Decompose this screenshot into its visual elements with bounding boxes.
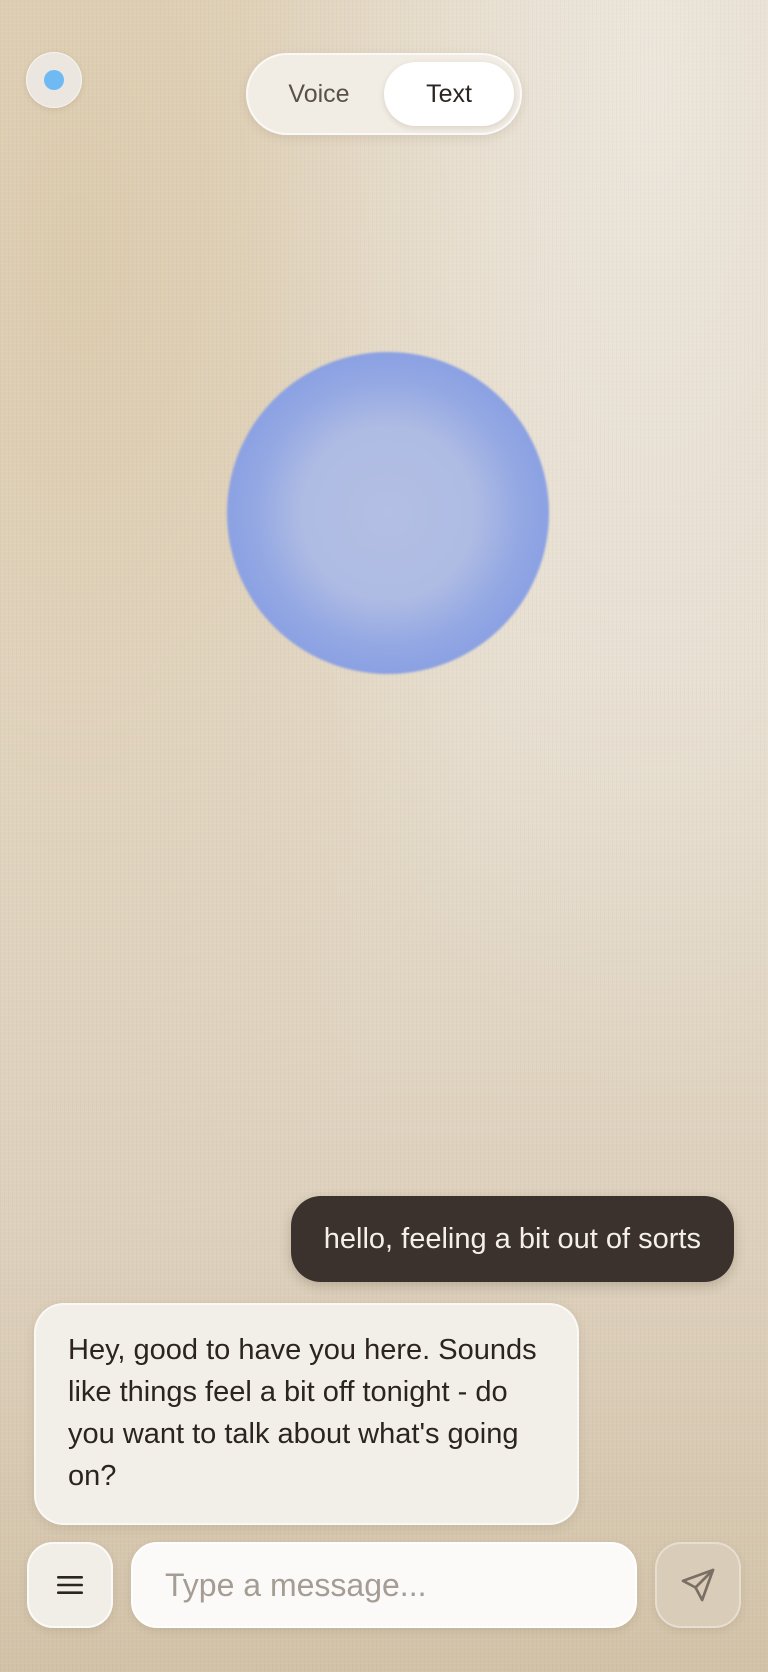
menu-button[interactable] xyxy=(27,1542,113,1628)
mode-toggle: Voice Text xyxy=(246,53,522,135)
voice-orb xyxy=(227,352,549,674)
message-input[interactable] xyxy=(131,1542,637,1628)
status-indicator xyxy=(26,52,82,108)
tab-voice[interactable]: Voice xyxy=(254,62,384,126)
user-message-bubble: hello, feeling a bit out of sorts xyxy=(290,1196,734,1282)
status-dot-icon xyxy=(44,70,64,90)
send-icon xyxy=(681,1568,715,1602)
assistant-message-bubble: Hey, good to have you here. Sounds like … xyxy=(34,1303,579,1525)
hamburger-menu-icon xyxy=(57,1576,83,1594)
tab-text[interactable]: Text xyxy=(384,62,514,126)
send-button[interactable] xyxy=(655,1542,741,1628)
